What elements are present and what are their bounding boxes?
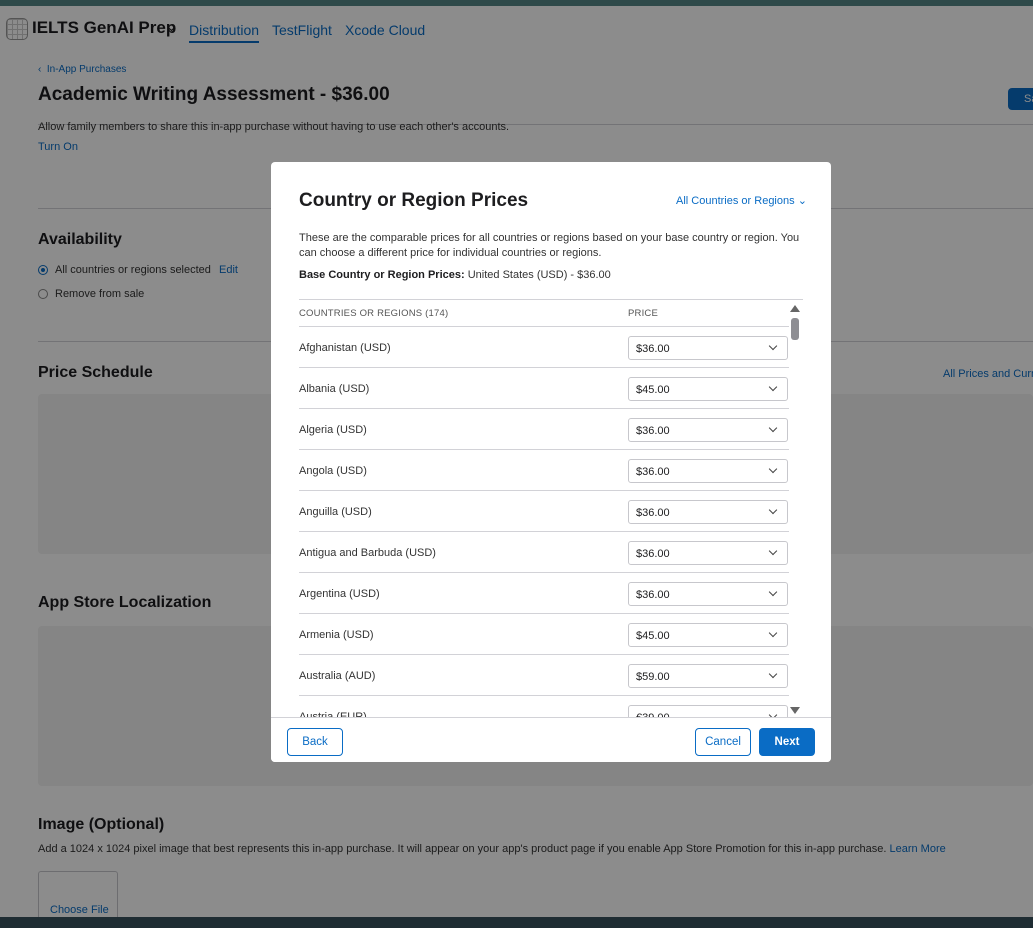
country-name: Argentina (USD) — [299, 588, 380, 600]
base-price-line: Base Country or Region Prices: United St… — [299, 269, 611, 281]
table-row: Armenia (USD) $45.00 — [299, 614, 789, 655]
chevron-down-icon — [768, 464, 778, 474]
chevron-down-icon — [768, 628, 778, 638]
price-table[interactable]: Afghanistan (USD) $36.00 Albania (USD) $45.… — [299, 326, 789, 717]
price-select[interactable]: $36.00 — [628, 541, 788, 565]
column-header-price: PRICE — [628, 308, 659, 319]
country-name: Antigua and Barbuda (USD) — [299, 547, 436, 559]
table-row: Austria (EUR)€39.00 — [299, 696, 789, 717]
country-name: Armenia (USD) — [299, 629, 374, 641]
price-value: $36.00 — [636, 589, 670, 601]
chevron-down-icon — [768, 587, 778, 597]
scroll-down-arrow-icon[interactable] — [790, 707, 800, 714]
country-name: Anguilla (USD) — [299, 506, 372, 518]
country-prices-modal: Country or Region Prices All Countries o… — [271, 162, 831, 762]
chevron-down-icon — [768, 505, 778, 515]
table-row: Anguilla (USD) $36.00 — [299, 491, 789, 532]
country-name: Albania (USD) — [299, 383, 370, 395]
base-price-label: Base Country or Region Prices: — [299, 269, 465, 281]
table-row: Albania (USD) $45.00 — [299, 368, 789, 409]
price-value: $36.00 — [636, 343, 670, 355]
country-filter-dropdown[interactable]: All Countries or Regions ⌄ — [676, 194, 807, 207]
scrollbar[interactable] — [790, 302, 800, 717]
price-value: $36.00 — [636, 548, 670, 560]
price-select[interactable]: $45.00 — [628, 377, 788, 401]
price-value: $45.00 — [636, 630, 670, 642]
table-row: Afghanistan (USD) $36.00 — [299, 327, 789, 368]
chevron-down-icon — [768, 669, 778, 679]
price-select[interactable]: $36.00 — [628, 336, 788, 360]
price-select[interactable]: $36.00 — [628, 500, 788, 524]
price-value: $45.00 — [636, 384, 670, 396]
chevron-down-icon — [768, 423, 778, 433]
price-value: $59.00 — [636, 671, 670, 683]
price-select[interactable]: $36.00 — [628, 418, 788, 442]
country-name: Angola (USD) — [299, 465, 367, 477]
next-button[interactable]: Next — [759, 728, 815, 756]
table-row: Antigua and Barbuda (USD) $36.00 — [299, 532, 789, 573]
chevron-down-icon — [768, 382, 778, 392]
table-row: Australia (AUD) $59.00 — [299, 655, 789, 696]
base-price-value: United States (USD) - $36.00 — [467, 269, 611, 281]
chevron-down-icon — [768, 341, 778, 351]
taskbar — [0, 917, 1033, 928]
price-value: $36.00 — [636, 425, 670, 437]
chevron-down-icon: ⌄ — [797, 195, 807, 207]
country-name: Afghanistan (USD) — [299, 342, 391, 354]
price-select[interactable]: $36.00 — [628, 582, 788, 606]
price-select[interactable]: $45.00 — [628, 623, 788, 647]
country-filter-label: All Countries or Regions — [676, 195, 795, 207]
modal-title: Country or Region Prices — [299, 190, 529, 211]
price-select[interactable]: $36.00 — [628, 459, 788, 483]
table-top-border — [299, 299, 803, 300]
price-value: $36.00 — [636, 507, 670, 519]
back-button[interactable]: Back — [287, 728, 343, 756]
scroll-up-arrow-icon[interactable] — [790, 305, 800, 312]
modal-description: These are the comparable prices for all … — [299, 232, 800, 259]
chevron-down-icon — [768, 546, 778, 556]
country-name: Australia (AUD) — [299, 670, 376, 682]
price-value: $36.00 — [636, 466, 670, 478]
column-header-country: COUNTRIES OR REGIONS (174) — [299, 308, 449, 319]
table-row: Argentina (USD) $36.00 — [299, 573, 789, 614]
price-select[interactable]: $59.00 — [628, 664, 788, 688]
table-row: Angola (USD) $36.00 — [299, 450, 789, 491]
country-name: Algeria (USD) — [299, 424, 367, 436]
table-row: Algeria (USD) $36.00 — [299, 409, 789, 450]
scrollbar-thumb[interactable] — [791, 318, 799, 340]
cancel-button[interactable]: Cancel — [695, 728, 751, 756]
price-select[interactable]: €39.00 — [628, 705, 788, 717]
modal-footer: Back Cancel Next — [271, 717, 831, 762]
